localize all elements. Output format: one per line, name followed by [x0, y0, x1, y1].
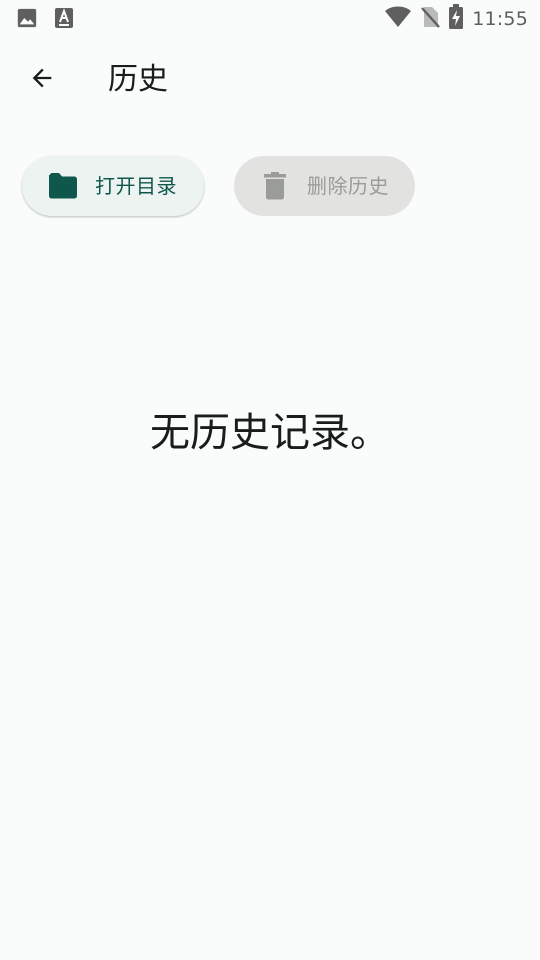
font-icon: [54, 7, 74, 33]
status-left-icons: [16, 7, 74, 33]
image-icon: [16, 7, 38, 33]
status-time: 11:55: [472, 8, 528, 30]
open-directory-label: 打开目录: [95, 174, 177, 198]
action-row: 打开目录 删除历史: [0, 156, 540, 216]
page-title: 历史: [108, 62, 168, 97]
no-sim-icon: [420, 5, 441, 33]
app-bar: 历史: [0, 36, 540, 124]
battery-charging-icon: [448, 4, 464, 34]
trash-icon: [262, 172, 288, 200]
status-bar: 11:55: [0, 0, 540, 36]
empty-state-message: 无历史记录。: [150, 410, 390, 456]
status-right-icons: 11:55: [384, 4, 528, 34]
delete-history-button[interactable]: 删除历史: [234, 156, 415, 216]
back-button[interactable]: [18, 56, 66, 104]
open-directory-button[interactable]: 打开目录: [22, 156, 204, 216]
delete-history-label: 删除历史: [307, 174, 389, 198]
arrow-back-icon: [28, 64, 56, 96]
folder-icon: [48, 172, 78, 200]
wifi-icon: [384, 6, 412, 32]
